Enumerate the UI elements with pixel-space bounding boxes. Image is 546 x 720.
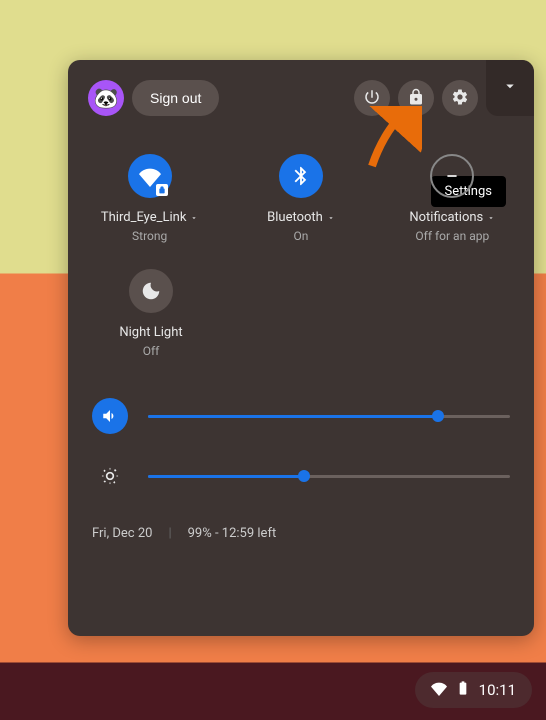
- notifications-label: Notifications: [409, 210, 483, 225]
- bluetooth-status: On: [294, 229, 309, 243]
- notifications-status: Off for an app: [415, 229, 489, 243]
- caret-icon: [190, 214, 198, 222]
- footer-date: Fri, Dec 20: [92, 526, 152, 541]
- footer-row: Fri, Dec 20 | 99% - 12:59 left: [68, 518, 534, 549]
- brightness-slider[interactable]: [148, 475, 510, 478]
- night-light-label: Night Light: [119, 325, 182, 340]
- shelf-wifi-icon: [431, 680, 447, 700]
- caret-icon: [327, 214, 335, 222]
- bluetooth-icon: [279, 154, 323, 198]
- sign-out-button[interactable]: Sign out: [132, 80, 219, 116]
- shelf-status-area[interactable]: 10:11: [415, 672, 532, 708]
- avatar[interactable]: 🐼: [88, 80, 124, 116]
- power-button[interactable]: [354, 80, 390, 116]
- bluetooth-tile[interactable]: Bluetooth On: [227, 146, 374, 251]
- lock-icon: [407, 88, 425, 109]
- night-light-tile[interactable]: Night Light Off: [76, 261, 226, 366]
- brightness-icon[interactable]: [92, 458, 128, 494]
- lock-button[interactable]: [398, 80, 434, 116]
- shelf-battery-icon: [455, 680, 471, 700]
- header-row: 🐼 Sign out: [68, 60, 534, 136]
- wifi-icon: [128, 154, 172, 198]
- wifi-tile[interactable]: Third_Eye_Link Strong: [76, 146, 223, 251]
- gear-icon: [451, 88, 469, 109]
- caret-icon: [487, 214, 495, 222]
- wifi-label: Third_Eye_Link: [101, 210, 187, 225]
- wifi-lock-badge-icon: [156, 184, 168, 196]
- volume-slider[interactable]: [148, 415, 510, 418]
- footer-separator: |: [168, 526, 171, 541]
- night-light-status: Off: [143, 344, 160, 358]
- sliders-section: [68, 382, 534, 494]
- settings-button[interactable]: [442, 80, 478, 116]
- do-not-disturb-icon: [430, 154, 474, 198]
- power-icon: [363, 88, 381, 109]
- bluetooth-label: Bluetooth: [267, 210, 323, 225]
- shelf-time: 10:11: [479, 681, 516, 699]
- footer-battery: 99% - 12:59 left: [188, 526, 277, 541]
- chevron-down-icon: [501, 77, 519, 99]
- volume-icon[interactable]: [92, 398, 128, 434]
- wifi-status: Strong: [132, 229, 167, 243]
- volume-slider-row: [92, 398, 510, 434]
- collapse-button[interactable]: [486, 60, 534, 116]
- quick-tiles-row-2: Night Light Off: [68, 251, 534, 382]
- brightness-slider-row: [92, 458, 510, 494]
- quick-tiles-row-1: Third_Eye_Link Strong Bluetooth On Notif…: [68, 136, 534, 251]
- quick-settings-panel: 🐼 Sign out Settings: [68, 60, 534, 636]
- night-light-icon: [129, 269, 173, 313]
